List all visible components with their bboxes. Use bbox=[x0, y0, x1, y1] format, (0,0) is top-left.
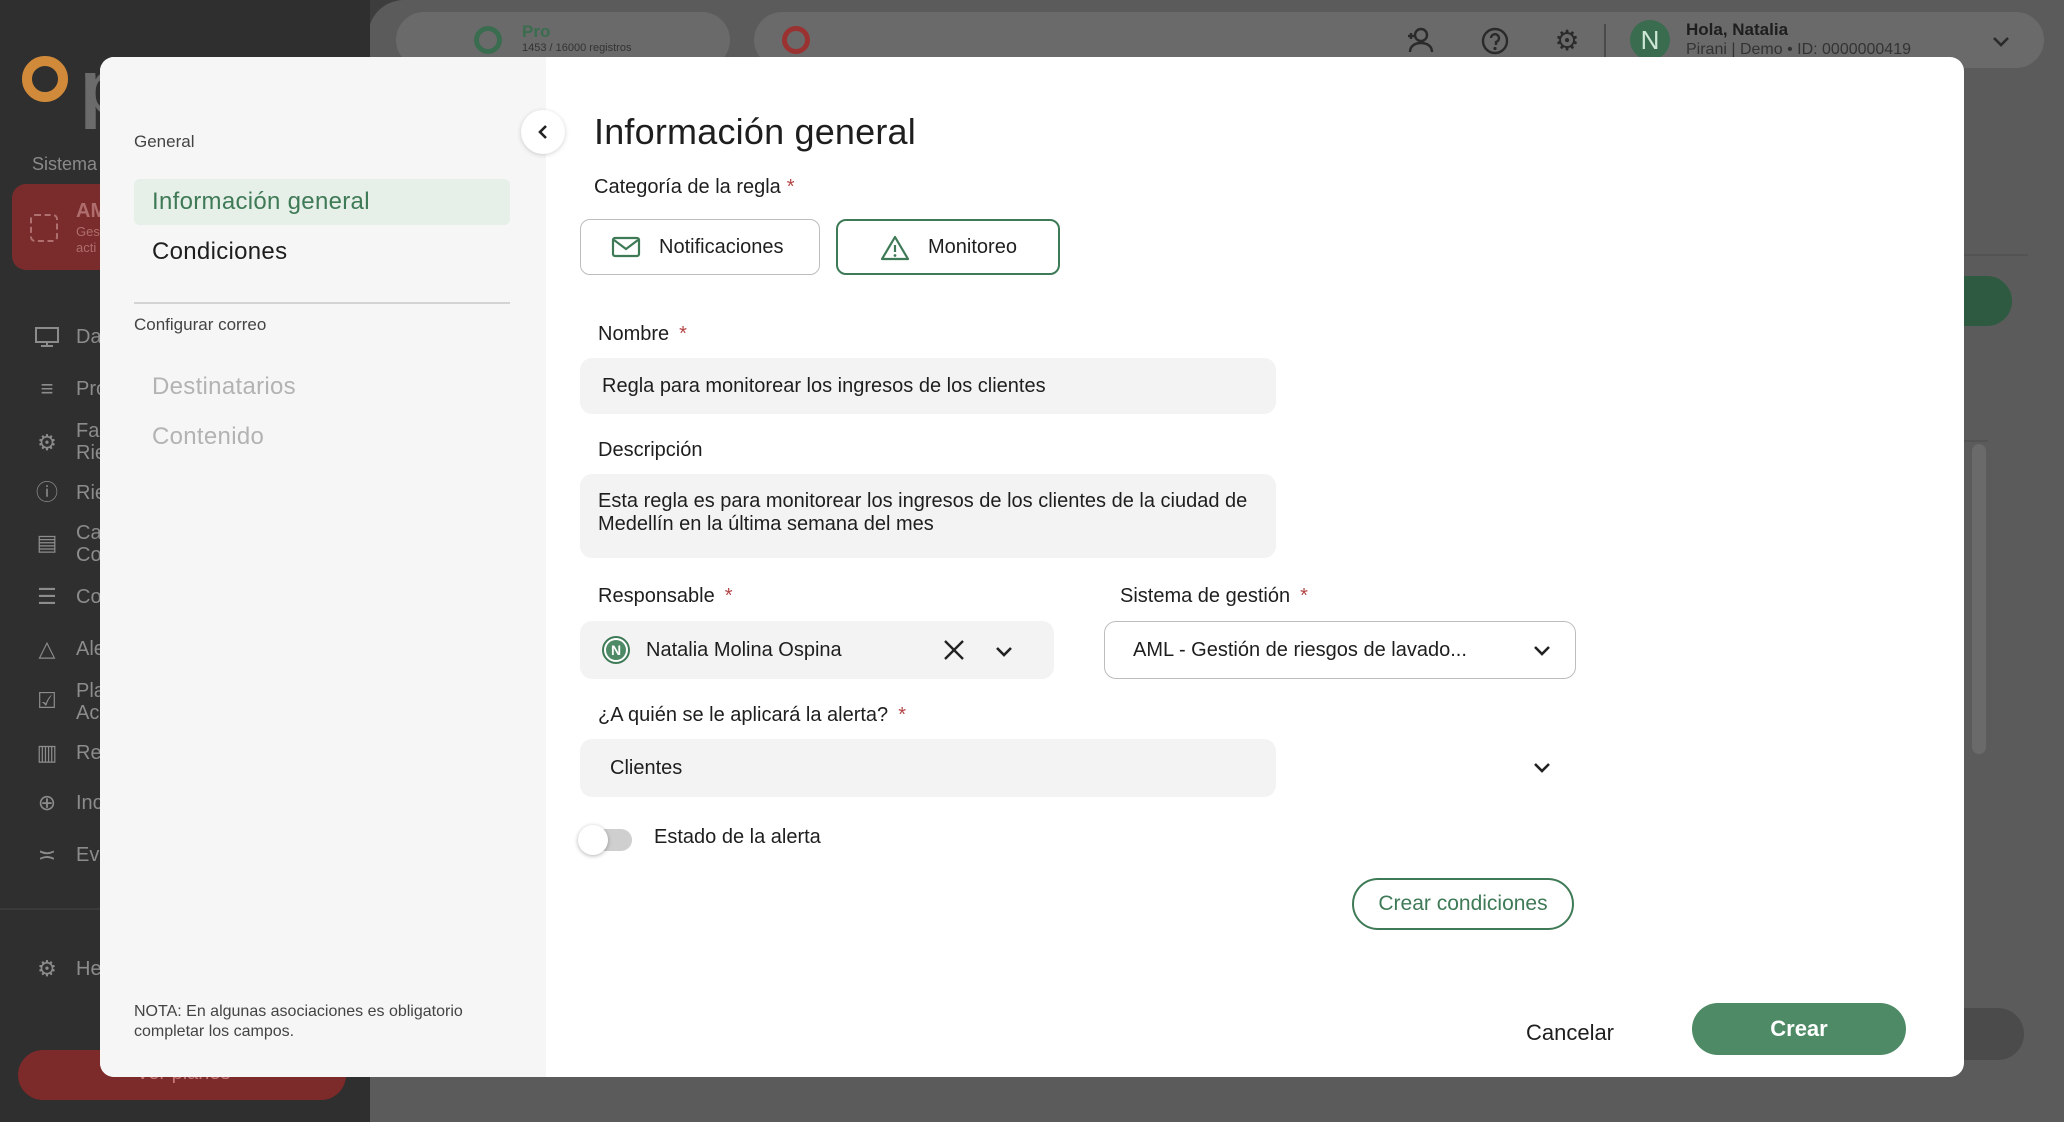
sidebar-item-reports[interactable]: Re bbox=[76, 742, 102, 765]
page-title: Información general bbox=[594, 111, 916, 152]
responsible-select[interactable]: N Natalia Molina Ospina bbox=[580, 621, 1054, 679]
plan-name: Pro bbox=[522, 22, 551, 41]
topbar-divider bbox=[1604, 24, 1606, 58]
create-button[interactable]: Crear bbox=[1692, 1003, 1906, 1055]
create-rule-modal: General Información general Condiciones … bbox=[100, 57, 1964, 1077]
sidebar-item-plans-line2: Ac bbox=[76, 702, 100, 724]
sidebar-item-config[interactable]: Co bbox=[76, 586, 102, 609]
applies-to-chevron-down-icon[interactable] bbox=[1532, 758, 1552, 778]
alert-state-label: Estado de la alerta bbox=[654, 826, 821, 848]
name-label: Nombre * bbox=[598, 323, 687, 345]
sidebar-active-sub1: Ges bbox=[76, 224, 100, 239]
mail-icon bbox=[611, 235, 641, 259]
nav-item-recipients[interactable]: Destinatarios bbox=[134, 364, 510, 410]
applies-to-select[interactable]: Clientes bbox=[580, 739, 1276, 797]
name-input[interactable]: Regla para monitorear los ingresos de lo… bbox=[580, 358, 1276, 414]
plan-usage: 1453 / 16000 registros bbox=[522, 42, 632, 54]
checkbox-icon: ☑ bbox=[37, 688, 57, 713]
applies-to-label: ¿A quién se le aplicará la alerta? * bbox=[598, 704, 906, 726]
clear-icon[interactable] bbox=[942, 638, 966, 662]
responsible-label: Responsable * bbox=[598, 585, 733, 607]
system-icon bbox=[30, 214, 58, 242]
alert-circle-icon: ⓘ bbox=[35, 480, 58, 505]
help-gear-icon: ⚙ bbox=[37, 956, 57, 981]
warning-icon: △ bbox=[38, 636, 56, 661]
calendar-icon: ▤ bbox=[36, 530, 58, 555]
user-greeting: Hola, Natalia bbox=[1686, 20, 1789, 39]
responsible-avatar: N bbox=[602, 636, 630, 664]
sidebar-section-label: Sistema bbox=[32, 154, 98, 174]
list-icon: ≡ bbox=[40, 376, 54, 401]
category-notifications-label: Notificaciones bbox=[659, 235, 784, 258]
nav-item-general-info[interactable]: Información general bbox=[134, 179, 510, 225]
category-monitoring-button[interactable]: Monitoreo bbox=[836, 219, 1060, 275]
sliders-icon: ☰ bbox=[37, 584, 57, 609]
sidebar-item-controls-line2: Co bbox=[76, 544, 102, 566]
management-system-label: Sistema de gestión * bbox=[1120, 585, 1308, 607]
sidebar-active-sub2: acti bbox=[76, 240, 97, 255]
app-logo-icon bbox=[22, 56, 68, 102]
nav-item-conditions[interactable]: Condiciones bbox=[134, 229, 510, 275]
help-icon[interactable] bbox=[1478, 24, 1512, 58]
evaluation-icon: ≍ bbox=[37, 842, 57, 867]
nav-item-content[interactable]: Contenido bbox=[134, 414, 510, 460]
sidebar-item-controls[interactable]: Ca bbox=[76, 522, 102, 545]
add-user-icon[interactable] bbox=[1404, 24, 1438, 58]
background-divider bbox=[1964, 254, 2028, 256]
category-monitoring-label: Monitoreo bbox=[928, 235, 1017, 258]
cancel-button[interactable]: Cancelar bbox=[1500, 1013, 1640, 1053]
sidebar-item-dashboard[interactable]: Da bbox=[76, 326, 102, 349]
monitor-icon bbox=[34, 326, 60, 348]
plan-progress-icon bbox=[474, 26, 502, 54]
user-avatar[interactable]: N bbox=[1630, 20, 1670, 60]
settings-gear-icon[interactable]: ⚙ bbox=[1550, 24, 1584, 58]
sidebar-item-incidents[interactable]: Inc bbox=[76, 792, 103, 815]
collapse-nav-button[interactable] bbox=[521, 110, 565, 154]
report-icon: ▥ bbox=[36, 740, 58, 765]
responsible-value: Natalia Molina Ospina bbox=[646, 638, 842, 661]
sidebar-item-help[interactable]: He bbox=[76, 958, 102, 981]
description-textarea[interactable]: Esta regla es para monitorear los ingres… bbox=[580, 474, 1276, 558]
warning-triangle-icon bbox=[880, 235, 910, 261]
crosshair-icon: ⊕ bbox=[37, 790, 57, 815]
nav-note: NOTA: En algunas asociaciones es obligat… bbox=[134, 1003, 463, 1040]
brand-g-icon[interactable] bbox=[782, 26, 810, 54]
background-divider-2 bbox=[1964, 440, 1988, 442]
management-system-chevron-down-icon[interactable] bbox=[1532, 641, 1552, 661]
background-scrollbar bbox=[1972, 444, 1986, 754]
management-system-value: AML - Gestión de riesgos de lavado... bbox=[1133, 638, 1467, 661]
responsible-chevron-down-icon[interactable] bbox=[994, 642, 1014, 662]
create-conditions-button[interactable]: Crear condiciones bbox=[1352, 878, 1574, 930]
nav-divider bbox=[134, 302, 510, 304]
category-notifications-button[interactable]: Notificaciones bbox=[580, 219, 820, 275]
management-system-select[interactable]: AML - Gestión de riesgos de lavado... bbox=[1104, 621, 1576, 679]
chevron-down-icon[interactable] bbox=[1984, 26, 2018, 60]
nav-section-email: Configurar correo bbox=[134, 315, 267, 334]
gear-factors-icon: ⚙ bbox=[37, 430, 57, 455]
alert-state-toggle-knob[interactable] bbox=[578, 825, 608, 855]
description-label: Descripción bbox=[598, 439, 703, 461]
category-label: Categoría de la regla * bbox=[594, 176, 795, 198]
nav-section-general: General bbox=[134, 132, 195, 151]
